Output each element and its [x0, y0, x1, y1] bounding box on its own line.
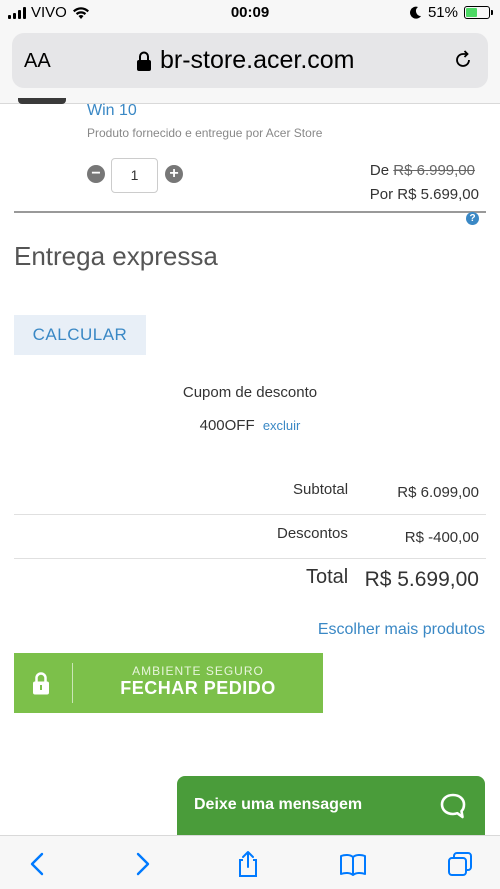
product-thumbnail[interactable]: [18, 98, 66, 104]
discount-row: Descontos R$ -400,00: [14, 525, 486, 549]
coupon-label: Cupom de desconto: [182, 384, 318, 401]
battery-percent: 51%: [427, 4, 458, 21]
calculate-button[interactable]: CALCULAR: [14, 315, 146, 355]
chat-label: Deixe uma mensagem: [194, 796, 363, 813]
status-right: 51%: [409, 4, 493, 21]
summary-divider: [14, 558, 486, 559]
back-icon[interactable]: [24, 850, 52, 878]
minus-icon[interactable]: −: [87, 165, 105, 183]
address-bar[interactable]: AA br-store.acer.com: [12, 33, 488, 88]
remove-coupon-link[interactable]: excluir: [263, 418, 301, 433]
share-icon[interactable]: [234, 850, 262, 878]
plus-icon[interactable]: +: [165, 165, 183, 183]
secure-label: AMBIENTE SEGURO: [132, 664, 264, 678]
bookmarks-icon[interactable]: [339, 850, 367, 878]
moon-icon: [409, 6, 421, 19]
checkout-button[interactable]: AMBIENTE SEGURO FECHAR PEDIDO: [14, 653, 323, 713]
tabs-icon[interactable]: [446, 850, 474, 878]
product-supplier: Produto fornecido e entregue por Acer St…: [87, 126, 323, 140]
reload-icon[interactable]: [452, 49, 474, 71]
chat-bubble-icon: [440, 793, 466, 819]
lock-icon: [137, 51, 151, 71]
coupon-row: 400OFF excluir: [0, 417, 500, 434]
battery-icon: [464, 6, 493, 19]
battery-fill: [466, 8, 477, 17]
forward-icon[interactable]: [128, 850, 156, 878]
subtotal-row: Subtotal R$ 6.099,00: [14, 481, 486, 505]
browser-toolbar: [0, 835, 500, 889]
price-old: R$ 6.999,00: [393, 162, 475, 179]
summary-divider: [14, 514, 486, 515]
padlock-icon: [33, 672, 49, 695]
more-products-link[interactable]: Escolher mais produtos: [318, 621, 485, 639]
product-name[interactable]: Win 10: [87, 102, 137, 120]
price-from: De R$ 6.999,00: [370, 162, 475, 179]
status-bar: VIVO 00:09 51%: [0, 0, 500, 26]
divider: [14, 211, 486, 213]
price-now: Por R$ 5.699,00: [369, 186, 479, 203]
browser-address-area: AA br-store.acer.com: [0, 26, 500, 104]
quantity-input[interactable]: 1: [111, 158, 158, 193]
discount-value: R$ -400,00: [404, 529, 479, 546]
url-text[interactable]: br-store.acer.com: [160, 46, 355, 75]
text-size-label: AA: [24, 50, 51, 72]
chat-widget[interactable]: Deixe uma mensagem: [177, 776, 485, 838]
subtotal-value: R$ 6.099,00: [397, 484, 479, 501]
total-label: Total: [306, 566, 349, 588]
price-from-prefix: De: [369, 162, 390, 179]
discount-label: Descontos: [277, 525, 348, 542]
help-icon[interactable]: ?: [466, 212, 479, 225]
checkout-label: FECHAR PEDIDO: [120, 678, 276, 698]
text-size-button[interactable]: AA: [24, 50, 51, 73]
subtotal-label: Subtotal: [293, 481, 349, 498]
shipping-title: Entrega expressa: [14, 241, 218, 271]
total-value: R$ 5.699,00: [364, 568, 479, 591]
coupon-code: 400OFF: [199, 417, 255, 434]
